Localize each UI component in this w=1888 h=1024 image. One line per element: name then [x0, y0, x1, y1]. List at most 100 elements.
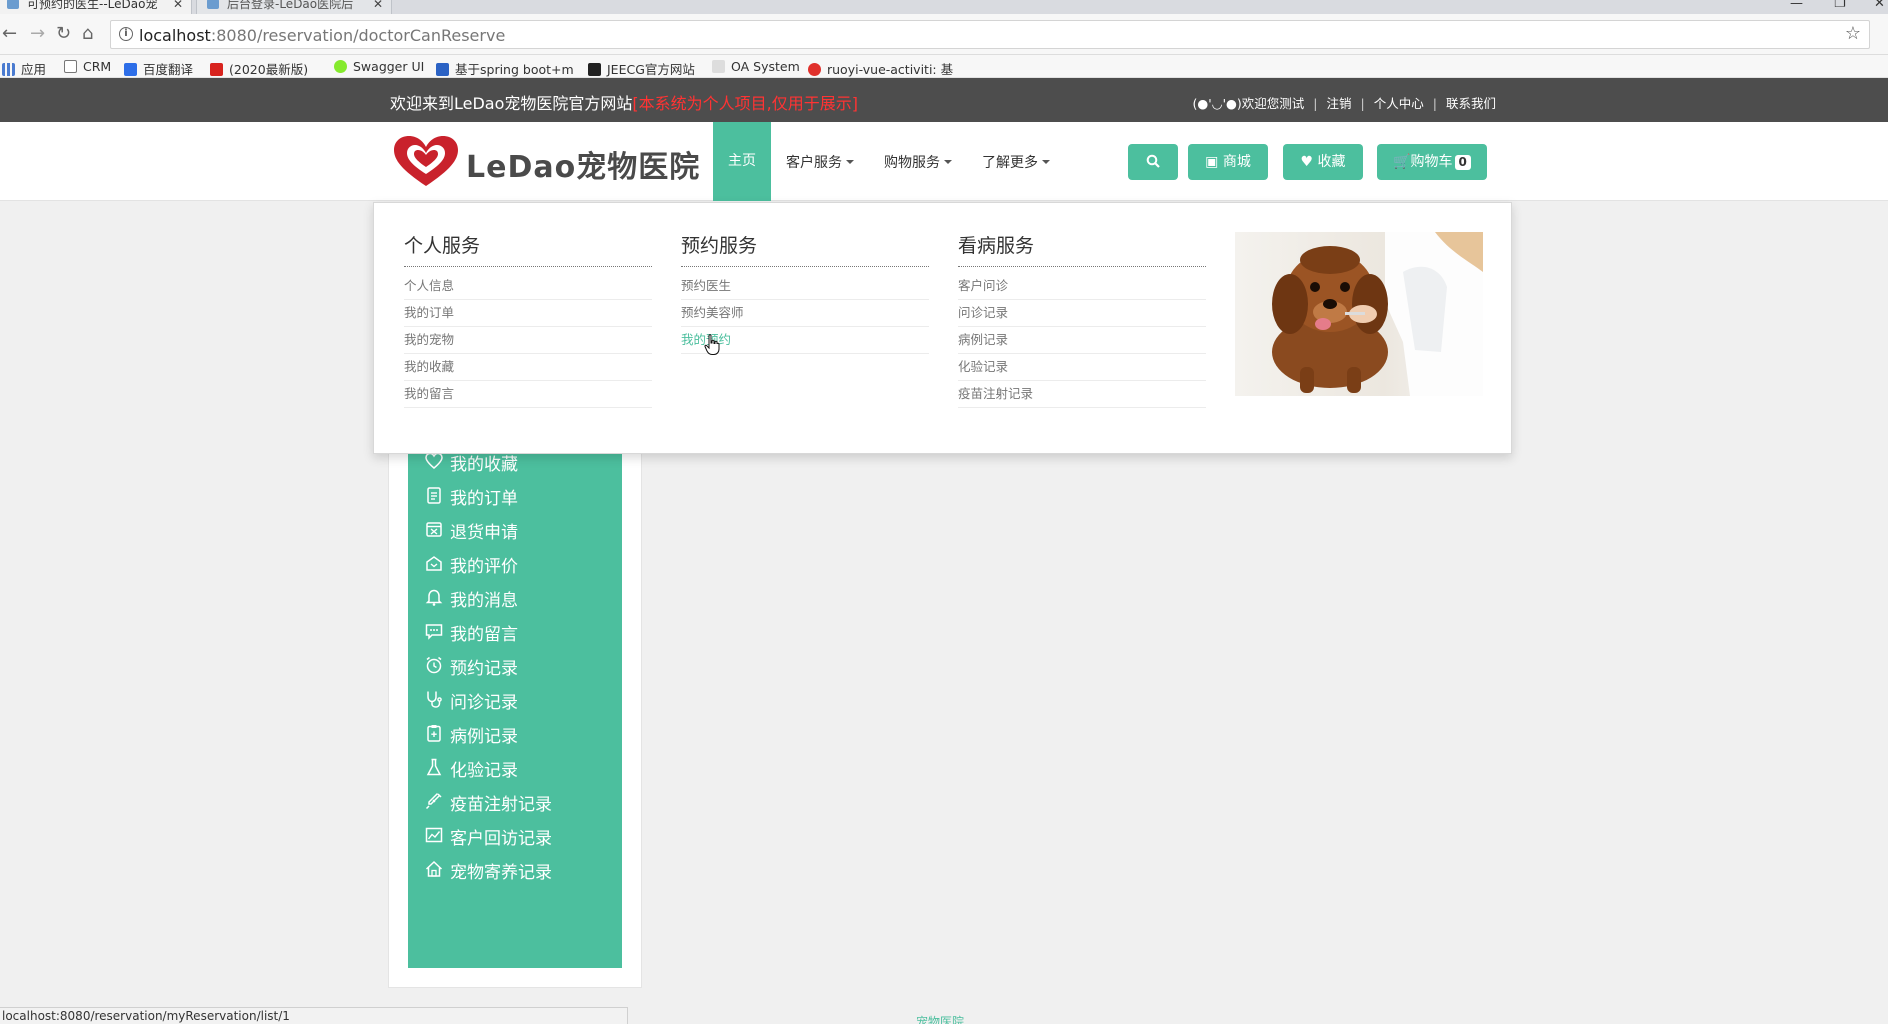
browser-tab-strip: 可预约的医生--LeDao宠 ✕ 后台登录-LeDao医院后 ✕ — ❐ ✕ — [0, 0, 1888, 14]
bookmark-oa[interactable]: OA System — [712, 59, 800, 74]
address-bar-row: ← → ↻ ⌂ i localhost:8080/reservation/doc… — [0, 14, 1888, 55]
main-nav: LeDao宠物医院 主页 客户服务 购物服务 了解更多 ▣ 商城 ♥ 收藏 🛒购… — [0, 122, 1888, 201]
menu-item-my-comments[interactable]: 我的留言 — [404, 381, 652, 408]
menu-item-vaccination-records[interactable]: 疫苗注射记录 — [958, 381, 1206, 408]
search-icon — [1146, 154, 1160, 168]
welcome-message: 欢迎来到LeDao宠物医院官方网站[本系统为个人项目,仅用于展示] — [390, 94, 858, 113]
user-sidebar: 我的收藏 我的订单 退货申请 我的评价 我的消息 我的留言 预约记录 问诊记录 … — [408, 452, 622, 968]
bookmark-swagger[interactable]: Swagger UI — [334, 59, 424, 74]
page-favicon-icon — [7, 0, 19, 9]
url-input[interactable]: i localhost:8080/reservation/doctorCanRe… — [110, 20, 1870, 49]
bookmark-crm[interactable]: CRM — [64, 59, 111, 74]
cart-count-badge: 0 — [1454, 155, 1471, 170]
url-text: localhost:8080/reservation/doctorCanRese… — [139, 26, 506, 45]
baidu-translate-icon — [124, 63, 137, 76]
nav-customer-service[interactable]: 客户服务 — [786, 152, 854, 172]
browser-tab[interactable]: 后台登录-LeDao医院后 ✕ — [196, 0, 392, 14]
cart-button[interactable]: 🛒购物车 0 — [1377, 144, 1487, 180]
dropdown-column-medical: 看病服务 客户问诊 问诊记录 病例记录 化验记录 疫苗注射记录 — [958, 231, 1206, 408]
tab-title: 后台登录-LeDao医院后 — [227, 0, 354, 11]
page-favicon-icon — [207, 0, 219, 9]
caret-down-icon — [846, 160, 854, 164]
medical-clipboard-icon — [427, 725, 441, 742]
bookmark-ruoyi[interactable]: ruoyi-vue-activiti: 基 — [808, 59, 953, 78]
site-logo[interactable]: LeDao宠物医院 — [392, 134, 699, 189]
top-links: (●'◡'●)欢迎您测试 | 注销 | 个人中心 | 联系我们 — [1192, 96, 1496, 111]
chat-bubble-icon — [425, 624, 443, 640]
flask-icon — [426, 758, 442, 776]
menu-item-my-orders[interactable]: 我的订单 — [404, 300, 652, 327]
hand-cursor-icon — [704, 334, 720, 355]
spring-icon — [436, 63, 449, 76]
house-icon — [425, 860, 443, 877]
site-topbar: 欢迎来到LeDao宠物医院官方网站[本系统为个人项目,仅用于展示] (●'◡'●… — [0, 78, 1888, 122]
bookmark-apps[interactable]: 应用 — [2, 59, 46, 78]
return-box-icon — [426, 522, 442, 537]
bell-icon — [425, 589, 443, 606]
apps-grid-icon — [2, 63, 15, 76]
heart-outline-icon — [425, 452, 443, 469]
search-button[interactable] — [1128, 144, 1178, 180]
footer-link[interactable]: 宠物医院 — [916, 1013, 964, 1024]
nav-learn-more[interactable]: 了解更多 — [982, 152, 1050, 172]
bookmark-jeecg[interactable]: JEECG官方网站 — [588, 59, 695, 78]
nav-shopping-service[interactable]: 购物服务 — [884, 152, 952, 172]
browser-tab-active[interactable]: 可预约的医生--LeDao宠 ✕ — [0, 0, 192, 14]
close-tab-icon[interactable]: ✕ — [373, 0, 383, 13]
review-icon — [426, 556, 442, 571]
project-notice: [本系统为个人项目,仅用于展示] — [632, 94, 858, 113]
menu-item-lab-records[interactable]: 化验记录 — [958, 354, 1206, 381]
back-icon[interactable]: ← — [2, 23, 17, 44]
menu-item-customer-consultation[interactable]: 客户问诊 — [958, 273, 1206, 300]
menu-item-reserve-groomer[interactable]: 预约美容师 — [681, 300, 929, 327]
contact-link[interactable]: 联系我们 — [1446, 96, 1496, 111]
minimize-icon[interactable]: — — [1790, 0, 1803, 11]
gitee-icon — [808, 63, 821, 76]
sidebar-item-pet-boarding[interactable]: 宠物寄养记录 — [424, 849, 622, 889]
menu-item-medical-records[interactable]: 病例记录 — [958, 327, 1206, 354]
heart-logo-icon — [394, 136, 458, 186]
jeecg-icon — [588, 63, 601, 76]
page-icon — [64, 60, 77, 73]
swagger-icon — [334, 60, 347, 73]
close-tab-icon[interactable]: ✕ — [173, 0, 183, 13]
dropdown-column-personal: 个人服务 个人信息 我的订单 我的宠物 我的收藏 我的留言 — [404, 231, 652, 408]
personal-center-link[interactable]: 个人中心 — [1374, 96, 1424, 111]
customer-service-dropdown: 个人服务 个人信息 我的订单 我的宠物 我的收藏 我的留言 预约服务 预约医生 … — [373, 202, 1512, 454]
menu-item-reserve-doctor[interactable]: 预约医生 — [681, 273, 929, 300]
alarm-clock-icon — [426, 656, 442, 674]
menu-item-my-pets[interactable]: 我的宠物 — [404, 327, 652, 354]
c-logo-icon — [210, 63, 223, 76]
browser-status-bar: localhost:8080/reservation/myReservation… — [0, 1007, 628, 1024]
stethoscope-icon — [427, 691, 442, 708]
menu-item-personal-info[interactable]: 个人信息 — [404, 273, 652, 300]
user-greeting: (●'◡'●)欢迎您测试 — [1192, 96, 1305, 111]
tab-title: 可预约的医生--LeDao宠 — [27, 0, 158, 11]
forward-icon[interactable]: → — [30, 23, 45, 44]
column-title: 看病服务 — [958, 231, 1206, 267]
bookmark-2020[interactable]: (2020最新版) — [210, 59, 308, 78]
close-window-icon[interactable]: ✕ — [1874, 0, 1885, 11]
chart-image-icon — [425, 827, 443, 843]
site-info-icon[interactable]: i — [119, 27, 133, 41]
bookmark-star-icon[interactable]: ☆ — [1845, 23, 1861, 44]
logout-link[interactable]: 注销 — [1327, 96, 1352, 111]
menu-item-consultation-records[interactable]: 问诊记录 — [958, 300, 1206, 327]
syringe-icon — [425, 792, 442, 810]
bookmark-springboot[interactable]: 基于spring boot+m — [436, 59, 574, 78]
nav-home[interactable]: 主页 — [713, 122, 771, 201]
clipboard-icon — [427, 487, 441, 504]
vet-with-dog-image — [1235, 232, 1483, 396]
reload-icon[interactable]: ↻ — [56, 23, 71, 44]
page-icon — [712, 60, 725, 73]
restore-icon[interactable]: ❐ — [1834, 0, 1846, 11]
bookmark-baidu-translate[interactable]: 百度翻译 — [124, 59, 193, 78]
column-title: 个人服务 — [404, 231, 652, 267]
menu-item-my-favorites[interactable]: 我的收藏 — [404, 354, 652, 381]
bookmarks-bar: 应用 CRM 百度翻译 (2020最新版) Swagger UI 基于sprin… — [0, 55, 1888, 78]
home-icon[interactable]: ⌂ — [82, 23, 93, 44]
favorites-button[interactable]: ♥ 收藏 — [1283, 144, 1363, 180]
mall-button[interactable]: ▣ 商城 — [1188, 144, 1268, 180]
logo-text: LeDao宠物医院 — [466, 150, 701, 185]
shopping-bag-icon: ▣ — [1205, 154, 1219, 170]
